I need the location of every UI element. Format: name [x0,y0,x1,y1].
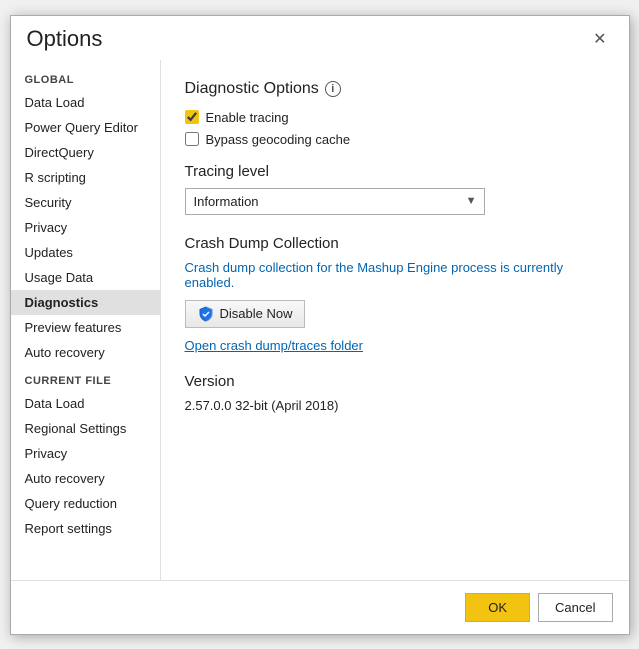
ok-button[interactable]: OK [465,593,530,622]
tracing-level-select-wrapper: Verbose Information Warning Error ▼ [185,188,485,215]
sidebar-item-security[interactable]: Security [11,190,160,215]
diagnostic-options-label: Diagnostic Options [185,80,319,98]
sidebar-item-cf-auto-recovery[interactable]: Auto recovery [11,466,160,491]
crash-dump-desc: Crash dump collection for the Mashup Eng… [185,260,605,290]
global-section-label: GLOBAL [11,64,160,90]
sidebar-item-cf-data-load[interactable]: Data Load [11,391,160,416]
info-icon: i [325,81,341,97]
tracing-level-title: Tracing level [185,163,605,180]
disable-now-button[interactable]: Disable Now [185,300,306,328]
version-section: Version 2.57.0.0 32-bit (April 2018) [185,373,605,413]
sidebar-item-query-reduction[interactable]: Query reduction [11,491,160,516]
enable-tracing-label[interactable]: Enable tracing [206,110,289,125]
bypass-geocoding-checkbox[interactable] [185,132,199,146]
sidebar-item-data-load[interactable]: Data Load [11,90,160,115]
options-dialog: Options ✕ GLOBAL Data Load Power Query E… [10,15,630,635]
close-button[interactable]: ✕ [587,27,612,51]
tracing-level-select[interactable]: Verbose Information Warning Error [185,188,485,215]
sidebar-item-cf-privacy[interactable]: Privacy [11,441,160,466]
version-title: Version [185,373,605,390]
cancel-button[interactable]: Cancel [538,593,612,622]
sidebar-item-r-scripting[interactable]: R scripting [11,165,160,190]
sidebar-item-report-settings[interactable]: Report settings [11,516,160,541]
current-file-section-label: CURRENT FILE [11,365,160,391]
main-panel: Diagnostic Options i Enable tracing Bypa… [161,60,629,580]
sidebar-item-power-query-editor[interactable]: Power Query Editor [11,115,160,140]
open-folder-link[interactable]: Open crash dump/traces folder [185,338,363,353]
crash-dump-section: Crash Dump Collection Crash dump collect… [185,235,605,353]
dialog-footer: OK Cancel [11,580,629,634]
shield-icon [198,306,214,322]
sidebar-item-updates[interactable]: Updates [11,240,160,265]
bypass-geocoding-row: Bypass geocoding cache [185,132,605,147]
title-bar: Options ✕ [11,16,629,60]
sidebar-item-preview-features[interactable]: Preview features [11,315,160,340]
sidebar-item-direct-query[interactable]: DirectQuery [11,140,160,165]
crash-dump-title: Crash Dump Collection [185,235,605,252]
sidebar-item-privacy[interactable]: Privacy [11,215,160,240]
dialog-body: GLOBAL Data Load Power Query Editor Dire… [11,60,629,580]
sidebar-item-auto-recovery-global[interactable]: Auto recovery [11,340,160,365]
enable-tracing-row: Enable tracing [185,110,605,125]
sidebar-item-usage-data[interactable]: Usage Data [11,265,160,290]
version-number: 2.57.0.0 32-bit (April 2018) [185,398,605,413]
dialog-title: Options [27,26,103,52]
sidebar-item-regional-settings[interactable]: Regional Settings [11,416,160,441]
bypass-geocoding-label[interactable]: Bypass geocoding cache [206,132,351,147]
sidebar: GLOBAL Data Load Power Query Editor Dire… [11,60,161,580]
disable-now-label: Disable Now [220,306,293,321]
diagnostic-options-title: Diagnostic Options i [185,80,605,98]
sidebar-item-diagnostics[interactable]: Diagnostics [11,290,160,315]
enable-tracing-checkbox[interactable] [185,110,199,124]
